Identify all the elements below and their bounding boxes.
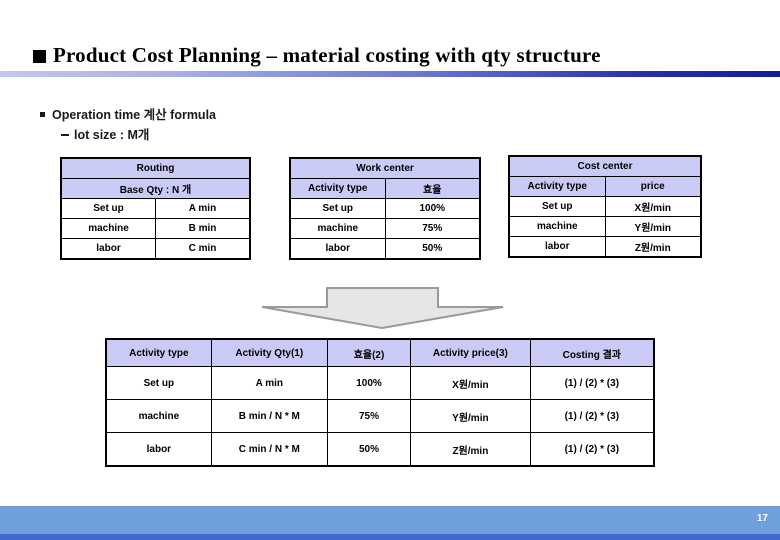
table-row: Set up A min [60, 198, 251, 219]
table-row: labor 50% [289, 238, 481, 260]
result-cell-efficiency: 75% [326, 399, 412, 433]
cost-center-cell-activity: Set up [508, 196, 606, 217]
table-row: labor C min / N * M 50% Z원/min (1) / (2)… [105, 432, 655, 467]
table-row: machine B min [60, 218, 251, 239]
result-cell-activity-qty: A min [210, 366, 328, 400]
work-center-column-header: 효율 [384, 178, 481, 199]
table-row: Base Qty : N 개 [60, 178, 251, 199]
bullet-item-lot-size: lot size : M개 [61, 124, 149, 143]
table-row: Set up A min 100% X원/min (1) / (2) * (3) [105, 366, 655, 400]
result-column-header-activity-type: Activity type [105, 338, 212, 367]
result-cell-activity-price: X원/min [410, 366, 531, 400]
result-cell-activity-type: Set up [105, 366, 212, 400]
title-divider-rule [0, 71, 780, 77]
routing-cell-value: C min [155, 238, 251, 260]
result-cell-activity-price: Z원/min [410, 432, 531, 467]
bullet-item-operation-time-label: Operation time 계산 formula [52, 108, 216, 122]
work-center-cell-activity: Set up [289, 198, 386, 219]
result-cell-activity-qty: B min / N * M [210, 399, 328, 433]
result-cell-costing-result: (1) / (2) * (3) [529, 432, 655, 467]
cost-center-table-title: Cost center [508, 155, 702, 177]
cost-center-cell-value: X원/min [604, 196, 702, 217]
bullet-square-icon [40, 112, 45, 118]
title-bullet-square-icon [33, 50, 46, 63]
routing-cell-activity: Set up [60, 198, 156, 219]
work-center-table: Work center Activity type 효율 Set up 100%… [289, 157, 481, 260]
cost-center-cell-activity: machine [508, 216, 606, 237]
table-row: machine 75% [289, 218, 481, 239]
routing-cell-value: A min [155, 198, 251, 219]
table-row: Cost center [508, 155, 702, 177]
routing-table-subtitle: Base Qty : N 개 [60, 178, 251, 199]
cost-center-column-header: Activity type [508, 176, 606, 197]
result-column-header-activity-price: Activity price(3) [410, 338, 531, 367]
routing-table-title: Routing [60, 157, 251, 179]
footer-band [0, 506, 780, 534]
routing-table: Routing Base Qty : N 개 Set up A min mach… [60, 157, 251, 260]
table-row: Work center [289, 157, 481, 179]
bullet-item-lot-size-label: lot size : M개 [74, 128, 150, 142]
result-cell-costing-result: (1) / (2) * (3) [529, 399, 655, 433]
result-column-header-efficiency: 효율(2) [326, 338, 412, 367]
result-cell-activity-type: labor [105, 432, 212, 467]
cost-center-cell-value: Z원/min [604, 236, 702, 258]
page-title: Product Cost Planning – material costing… [53, 43, 601, 67]
work-center-cell-value: 75% [384, 218, 481, 239]
result-cell-activity-type: machine [105, 399, 212, 433]
work-center-table-title: Work center [289, 157, 481, 179]
work-center-column-header: Activity type [289, 178, 386, 199]
table-row: Set up 100% [289, 198, 481, 219]
table-row: machine Y원/min [508, 216, 702, 237]
cost-center-column-header: price [604, 176, 702, 197]
result-column-header-costing-result: Costing 결과 [529, 338, 655, 367]
result-cell-costing-result: (1) / (2) * (3) [529, 366, 655, 400]
costing-result-table: Activity type Activity Qty(1) 효율(2) Acti… [105, 338, 655, 467]
routing-cell-activity: labor [60, 238, 156, 260]
work-center-cell-activity: machine [289, 218, 386, 239]
table-header-row: Activity type Activity Qty(1) 효율(2) Acti… [105, 338, 655, 367]
cost-center-cell-activity: labor [508, 236, 606, 258]
result-cell-efficiency: 100% [326, 366, 412, 400]
bullet-dash-icon [61, 133, 69, 136]
table-row: Activity type 효율 [289, 178, 481, 199]
table-row: labor C min [60, 238, 251, 260]
table-row: machine B min / N * M 75% Y원/min (1) / (… [105, 399, 655, 433]
table-row: Set up X원/min [508, 196, 702, 217]
page-number: 17 [756, 513, 768, 524]
result-column-header-activity-qty: Activity Qty(1) [210, 338, 328, 367]
table-row: Routing [60, 157, 251, 179]
work-center-cell-value: 50% [384, 238, 481, 260]
routing-cell-value: B min [155, 218, 251, 239]
footer-accent-strip [0, 534, 780, 540]
table-row: labor Z원/min [508, 236, 702, 258]
result-cell-activity-price: Y원/min [410, 399, 531, 433]
work-center-cell-value: 100% [384, 198, 481, 219]
table-row: Activity type price [508, 176, 702, 197]
work-center-cell-activity: labor [289, 238, 386, 260]
cost-center-table: Cost center Activity type price Set up X… [508, 155, 702, 258]
result-cell-efficiency: 50% [326, 432, 412, 467]
down-arrow-icon [261, 287, 504, 329]
cost-center-cell-value: Y원/min [604, 216, 702, 237]
result-cell-activity-qty: C min / N * M [210, 432, 328, 467]
bullet-item-operation-time: Operation time 계산 formula [40, 104, 216, 123]
routing-cell-activity: machine [60, 218, 156, 239]
